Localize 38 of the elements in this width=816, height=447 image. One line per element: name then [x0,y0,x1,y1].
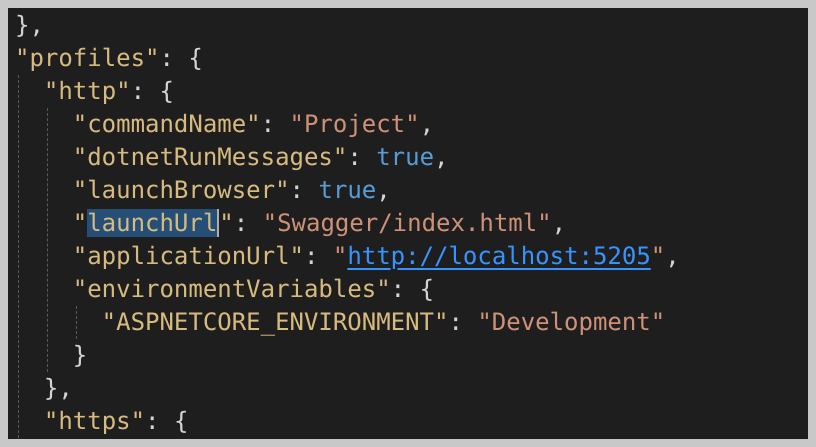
json-key: "profiles" [15,44,160,72]
punctuation: : [290,176,305,204]
punctuation: }, [15,11,44,39]
json-key: "ASPNETCORE_ENVIRONMENT" [102,308,448,336]
punctuation: } [72,341,88,369]
punctuation: : [304,242,320,270]
json-string: " [332,242,348,270]
json-key: " [219,209,234,237]
selected-text: launchUrl [87,209,220,237]
json-key: "http" [44,77,131,105]
punctuation: : { [145,407,188,435]
json-string: " [650,242,666,270]
json-boolean: true [318,176,376,204]
punctuation: : [234,209,250,237]
json-string: "Development" [477,308,666,336]
json-string: "Project" [290,110,420,138]
punctuation: , [376,176,391,204]
json-string: "Swagger/index.html" [262,209,552,237]
json-key: "applicationUrl" [72,242,304,270]
url-link[interactable]: http://localhost:5205 [347,242,651,270]
json-boolean: true [376,143,434,171]
punctuation: : { [160,44,203,72]
punctuation: }, [44,374,73,402]
json-key: "environmentVariables" [72,275,391,303]
punctuation: : [347,143,363,171]
json-key: "dotnetRunMessages" [72,143,348,171]
punctuation: , [420,110,434,138]
punctuation: : { [130,77,174,105]
punctuation: , [665,242,680,270]
json-key: "https" [44,407,146,435]
punctuation: , [434,143,448,171]
punctuation: : [448,308,464,336]
punctuation: , [552,209,566,237]
punctuation: : { [390,275,434,303]
json-key: "launchBrowser" [72,176,290,204]
json-key: " [72,209,88,237]
json-key: "commandName" [72,110,261,138]
punctuation: : [260,110,276,138]
